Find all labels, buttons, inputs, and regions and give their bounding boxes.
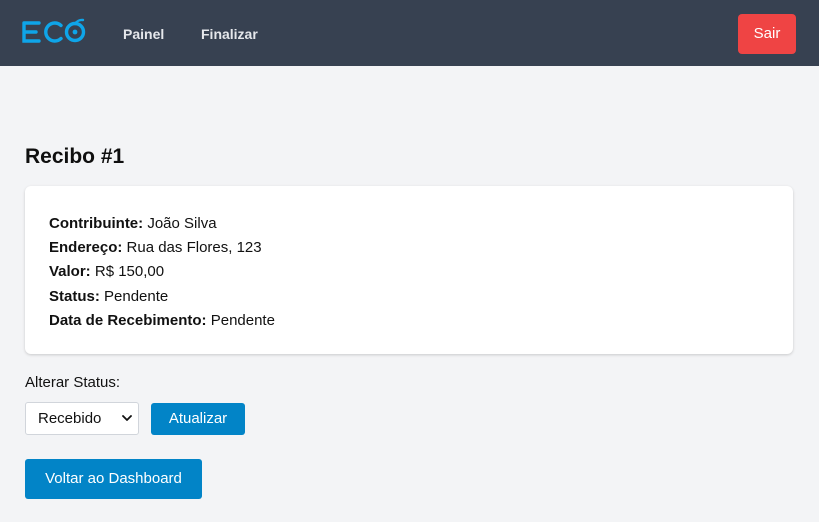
receipt-field-status: Status: Pendente: [49, 285, 769, 309]
nav-link-painel[interactable]: Painel: [123, 25, 164, 43]
receipt-field-valor: Valor: R$ 150,00: [49, 260, 769, 284]
receipt-field-contribuinte: Contribuinte: João Silva: [49, 212, 769, 236]
field-label: Contribuinte:: [49, 215, 144, 232]
status-select[interactable]: Recebido: [25, 402, 139, 435]
back-to-dashboard-button[interactable]: Voltar ao Dashboard: [25, 459, 202, 499]
logo-text: ECO: [88, 16, 89, 17]
field-label: Data de Recebimento:: [49, 311, 207, 329]
field-value: Rua das Flores, 123: [126, 239, 262, 257]
field-label: Status:: [49, 287, 100, 305]
field-value: Pendente: [210, 311, 275, 329]
field-label: Valor:: [49, 263, 91, 281]
receipt-field-endereco: Endereço: Rua das Flores, 123: [49, 236, 769, 260]
field-value: João Silva: [147, 215, 217, 232]
receipt-field-data-recebimento: Data de Recebimento: Pendente: [49, 309, 769, 333]
eco-logo[interactable]: ECO: [22, 16, 88, 46]
chevron-down-icon: [122, 415, 132, 421]
status-select-value: Recebido: [38, 410, 102, 427]
eco-logo-icon: [22, 18, 86, 43]
logout-button[interactable]: Sair: [738, 14, 796, 54]
page-title: Recibo #1: [25, 145, 125, 168]
receipt-card: Contribuinte: João Silva Endereço: Rua d…: [25, 186, 793, 354]
update-status-button[interactable]: Atualizar: [151, 403, 245, 435]
field-label: Endereço:: [49, 239, 123, 257]
field-value: R$ 150,00: [94, 263, 165, 281]
top-navbar: ECO Painel Finalizar Sair: [0, 0, 819, 66]
nav-link-finalizar[interactable]: Finalizar: [201, 25, 258, 43]
field-value: Pendente: [104, 287, 169, 305]
status-select-label: Alterar Status:: [25, 374, 121, 391]
